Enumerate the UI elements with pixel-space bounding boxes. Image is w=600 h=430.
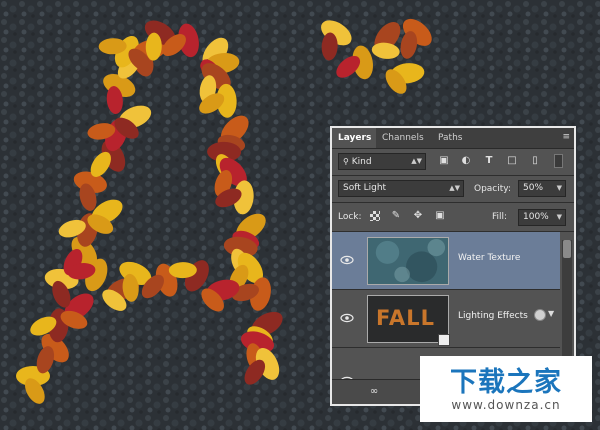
type-layer-filter-icon[interactable]: T	[483, 155, 495, 167]
tab-layers[interactable]: Layers	[332, 128, 376, 148]
pixel-layer-filter-icon[interactable]: ▣	[438, 155, 450, 167]
opacity-label: Opacity:	[474, 184, 511, 194]
panel-tab-bar: Layers Channels Paths ≡	[332, 128, 574, 149]
layer-thumbnail-water-texture	[367, 237, 449, 285]
scrollbar-thumb[interactable]	[563, 240, 571, 258]
divider	[332, 202, 574, 203]
lock-transparent-pixels-icon[interactable]	[370, 211, 380, 221]
shape-layer-filter-icon[interactable]: □	[506, 155, 518, 167]
filter-kind-value: Kind	[351, 157, 372, 167]
adjustment-layer-filter-icon[interactable]: ◐	[460, 155, 472, 167]
lock-label: Lock:	[338, 212, 362, 222]
fill-label: Fill:	[492, 212, 508, 222]
blend-row: Soft Light ▲▼ Opacity: 50% ▼	[332, 177, 574, 201]
filter-row: ⚲ Kind ▲▼ ▣ ◐ T □ ▯	[332, 150, 574, 174]
opacity-value: 50%	[523, 183, 544, 193]
lock-row: Lock: ✎ ✥ ▣ Fill: 100% ▼	[332, 204, 574, 230]
watermark-title: 下载之家	[450, 367, 562, 398]
lock-position-icon[interactable]: ✥	[412, 210, 424, 222]
layer-row-water-texture[interactable]: Water Texture	[332, 232, 560, 290]
filter-kind-select[interactable]: ⚲ Kind ▲▼	[338, 153, 426, 170]
tab-paths[interactable]: Paths	[432, 128, 472, 148]
layer-name[interactable]: Lighting Effects	[458, 311, 528, 321]
smart-filter-icon[interactable]	[534, 309, 546, 321]
lock-image-pixels-icon[interactable]: ✎	[390, 210, 402, 222]
expand-arrow-icon[interactable]: ▼	[548, 309, 554, 318]
thumbnail-fall-text: FALL	[376, 306, 435, 330]
opacity-input[interactable]: 50% ▼	[518, 180, 566, 197]
blend-mode-value: Soft Light	[343, 183, 387, 193]
watermark-url: www.downza.cn	[451, 398, 561, 412]
chevron-down-icon[interactable]: ▼	[557, 181, 562, 196]
fill-value: 100%	[523, 212, 549, 222]
divider	[332, 175, 574, 176]
watermark-logo: 下载之家 www.downza.cn	[420, 356, 592, 422]
updown-arrow-icon: ▲▼	[411, 157, 422, 165]
blend-mode-select[interactable]: Soft Light ▲▼	[338, 180, 464, 197]
chevron-down-icon[interactable]: ▼	[557, 210, 562, 225]
layer-name[interactable]: Water Texture	[458, 253, 520, 263]
eye-icon[interactable]	[340, 311, 354, 325]
smart-object-filter-icon[interactable]: ▯	[529, 155, 541, 167]
smart-object-badge-icon	[438, 334, 450, 346]
layer-thumbnail-lighting-effects: FALL	[367, 295, 450, 346]
link-layers-icon[interactable]: ∞	[368, 386, 380, 398]
tab-channels[interactable]: Channels	[376, 128, 432, 148]
panel-menu-icon[interactable]: ≡	[562, 132, 570, 142]
filter-toggle-icon[interactable]	[554, 154, 563, 168]
fill-input[interactable]: 100% ▼	[518, 209, 566, 226]
layer-row-lighting-effects[interactable]: FALL Lighting Effects ▼	[332, 290, 560, 348]
search-icon: ⚲	[343, 157, 349, 166]
updown-arrow-icon: ▲▼	[449, 184, 460, 192]
eye-icon[interactable]	[340, 253, 354, 267]
lock-all-icon[interactable]: ▣	[434, 210, 446, 222]
